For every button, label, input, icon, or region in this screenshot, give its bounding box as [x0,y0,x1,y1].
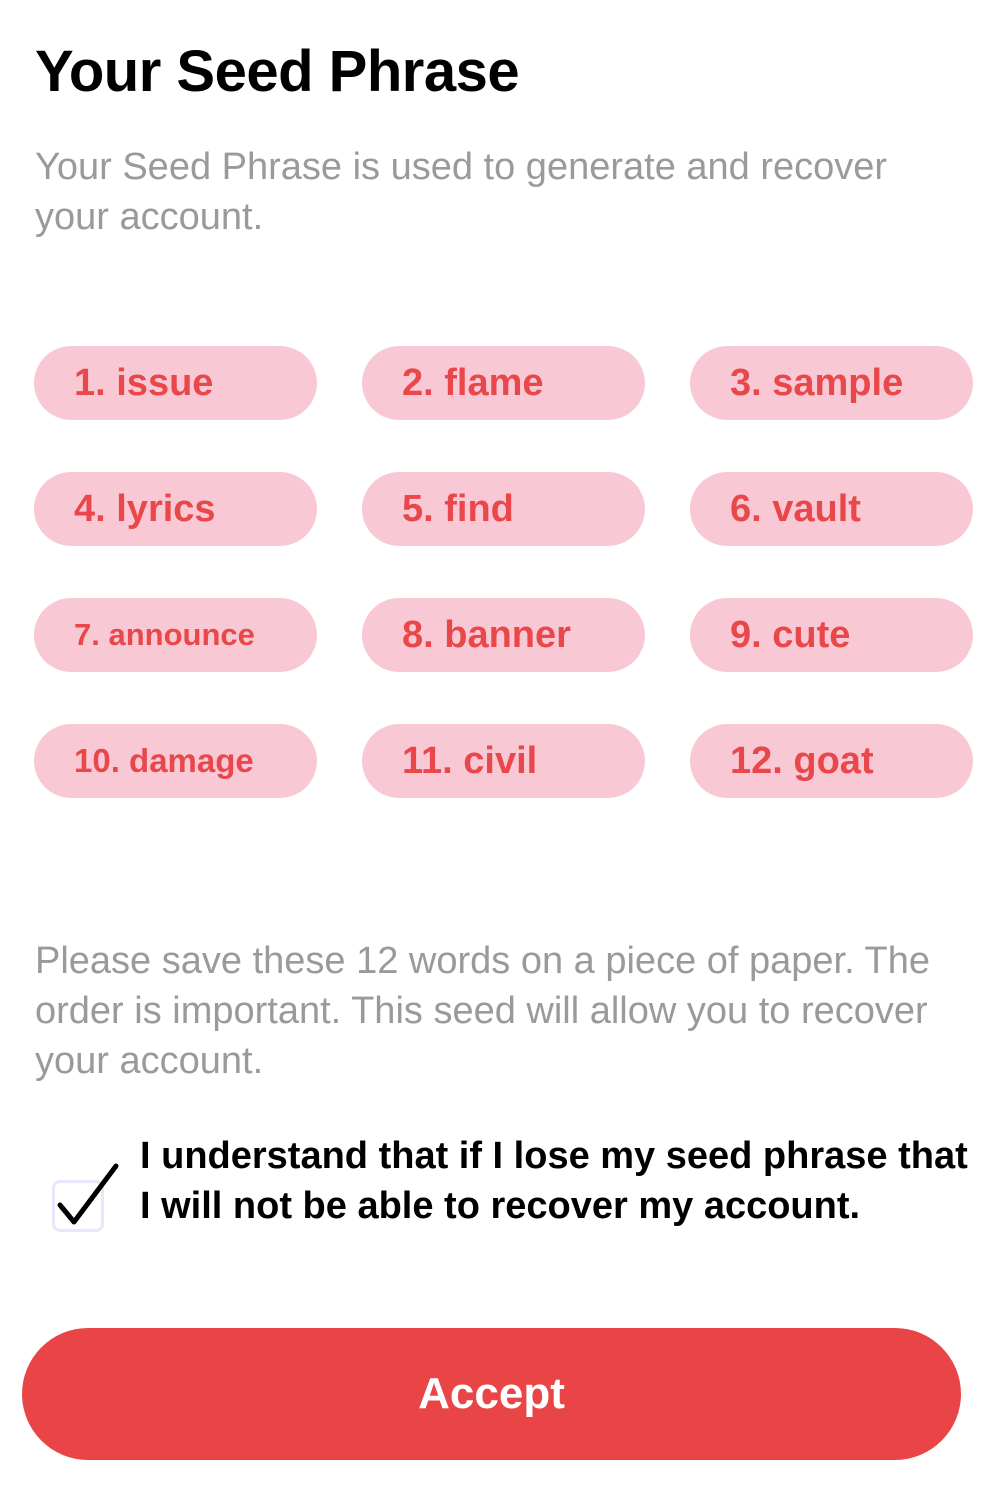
seed-word-chip: 10. damage [34,724,317,798]
checkmark-icon[interactable] [54,1160,124,1235]
seed-word-chip: 8. banner [362,598,645,672]
accept-button[interactable]: Accept [22,1328,961,1460]
seed-word-grid: 1. issue 2. flame 3. sample 4. lyrics 5.… [34,346,973,798]
seed-word-chip: 5. find [362,472,645,546]
page-subtitle: Your Seed Phrase is used to generate and… [35,146,888,238]
seed-word-chip: 3. sample [690,346,973,420]
seed-word-chip: 2. flame [362,346,645,420]
seed-word-chip: 9. cute [690,598,973,672]
seed-word-chip: 1. issue [34,346,317,420]
acknowledge-label[interactable]: I understand that if I lose my seed phra… [140,1131,970,1231]
seed-word-chip: 7. announce [34,598,317,672]
seed-word-chip: 11. civil [362,724,645,798]
save-instructions: Please save these 12 words on a piece of… [35,940,931,1082]
seed-word-chip: 4. lyrics [34,472,317,546]
seed-word-chip: 6. vault [690,472,973,546]
seed-word-chip: 12. goat [690,724,973,798]
page-title: Your Seed Phrase [35,39,520,104]
